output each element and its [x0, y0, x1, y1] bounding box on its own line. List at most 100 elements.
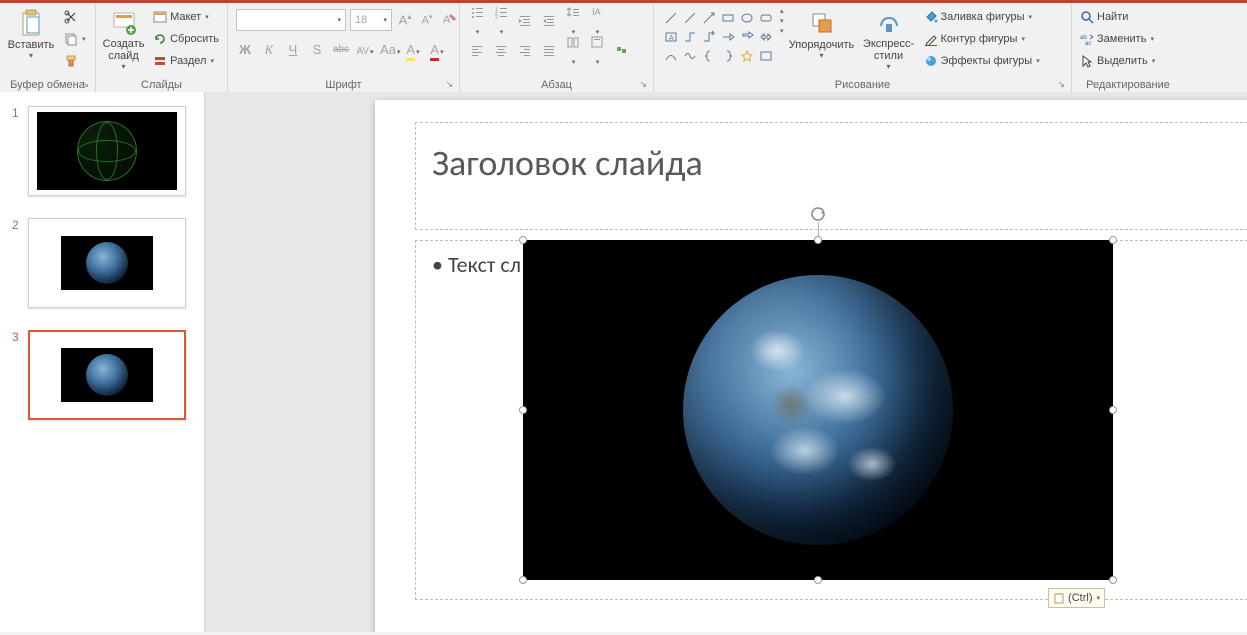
highlight-button[interactable]: A▾	[404, 42, 422, 57]
thumb-2[interactable]: 2	[0, 214, 204, 326]
shape-connector-icon[interactable]	[681, 28, 699, 46]
align-left-icon	[470, 43, 484, 57]
shape-outline-button[interactable]: Контур фигуры▾	[920, 29, 1044, 49]
find-button[interactable]: Найти	[1076, 7, 1159, 27]
arrange-label: Упорядочить	[789, 39, 854, 51]
new-slide-button[interactable]: Создать слайд ▾	[100, 5, 147, 71]
line-spacing-button[interactable]: ▾	[564, 5, 582, 37]
align-center-button[interactable]	[492, 43, 510, 60]
thumb-number: 1	[12, 106, 22, 196]
indent-icon	[542, 13, 556, 27]
shape-arrow-icon[interactable]	[719, 28, 737, 46]
replace-button[interactable]: abacЗаменить▾	[1076, 29, 1159, 49]
dialog-launcher-icon[interactable]: ↘	[639, 79, 647, 90]
font-size-combo[interactable]: 18▾	[350, 9, 392, 31]
justify-icon	[542, 43, 556, 57]
shape-fill-button[interactable]: Заливка фигуры▾	[920, 7, 1044, 27]
resize-handle[interactable]	[519, 406, 527, 414]
dialog-launcher-icon[interactable]: ↘	[1057, 79, 1065, 90]
smartart-button[interactable]	[612, 43, 630, 60]
format-painter-button[interactable]	[60, 51, 90, 71]
quick-styles-button[interactable]: Экспресс- стили ▾	[860, 5, 918, 71]
grow-font-button[interactable]: A▴	[396, 12, 414, 27]
resize-handle[interactable]	[814, 236, 822, 244]
dialog-launcher-icon[interactable]: ↘	[445, 79, 453, 90]
align-text-button[interactable]: ▾	[588, 35, 606, 67]
resize-handle[interactable]	[1109, 576, 1117, 584]
bullets-button[interactable]: ▾	[468, 5, 486, 37]
layout-button[interactable]: Макет▾	[149, 7, 223, 27]
thumb-3[interactable]: 3	[0, 326, 204, 438]
reset-button[interactable]: Сбросить	[149, 29, 223, 49]
cut-button[interactable]	[60, 7, 90, 27]
thumb-1[interactable]: 1	[0, 102, 204, 214]
shape-arrow-icon[interactable]	[700, 9, 718, 27]
align-left-button[interactable]	[468, 43, 486, 60]
justify-button[interactable]	[540, 43, 558, 60]
group-editing: Найти abacЗаменить▾ Выделить▾ Редактиров…	[1072, 3, 1184, 92]
shape-oval-icon[interactable]	[738, 9, 756, 27]
shrink-font-button[interactable]: A▾	[418, 13, 436, 27]
shadow-button[interactable]: S	[308, 42, 326, 57]
font-name-combo[interactable]: ▾	[236, 9, 346, 31]
arrange-button[interactable]: Упорядочить ▾	[786, 5, 858, 71]
shape-curve-icon[interactable]	[662, 47, 680, 65]
work-area: 1 2 3 Заголовок слайда • Текст сл	[0, 92, 1247, 632]
char-spacing-button[interactable]: AV▾	[356, 42, 374, 57]
dialog-launcher-icon[interactable]: ↘	[81, 79, 89, 90]
italic-button[interactable]: К	[260, 42, 278, 57]
copy-button[interactable]: ▾	[60, 29, 90, 49]
shape-brace-icon[interactable]	[719, 47, 737, 65]
strike-button[interactable]: abc	[332, 44, 350, 55]
shape-action-icon[interactable]	[757, 47, 775, 65]
shapes-gallery[interactable]: A	[662, 9, 775, 65]
shape-arrow-icon[interactable]	[738, 28, 756, 46]
rotate-handle[interactable]	[810, 206, 826, 222]
shape-curve-icon[interactable]	[681, 47, 699, 65]
shape-effects-button[interactable]: Эффекты фигуры▾	[920, 51, 1044, 71]
resize-handle[interactable]	[1109, 406, 1117, 414]
columns-icon	[566, 35, 580, 49]
section-button[interactable]: Раздел▾	[149, 51, 223, 71]
decrease-indent-button[interactable]	[516, 13, 534, 30]
resize-handle[interactable]	[519, 576, 527, 584]
shape-line-icon[interactable]	[662, 9, 680, 27]
paste-button[interactable]: Вставить ▾	[4, 5, 58, 71]
paste-options-button[interactable]: (Ctrl) ▾	[1048, 588, 1105, 608]
shape-rect-icon[interactable]	[719, 9, 737, 27]
shape-roundrect-icon[interactable]	[757, 9, 775, 27]
select-button[interactable]: Выделить▾	[1076, 51, 1159, 71]
gallery-down-icon[interactable]: ▾	[780, 17, 784, 25]
increase-indent-button[interactable]	[540, 13, 558, 30]
paste-options-label: (Ctrl)	[1068, 592, 1092, 604]
columns-button[interactable]: ▾	[564, 35, 582, 67]
underline-button[interactable]: Ч	[284, 42, 302, 57]
shape-connector-icon[interactable]	[700, 28, 718, 46]
font-color-button[interactable]: A▾	[428, 42, 446, 57]
resize-handle[interactable]	[519, 236, 527, 244]
title-placeholder[interactable]: Заголовок слайда	[415, 122, 1247, 230]
gallery-more-icon[interactable]: ▾	[780, 27, 784, 35]
shape-brace-icon[interactable]	[700, 47, 718, 65]
shape-arrow-icon[interactable]	[757, 28, 775, 46]
group-drawing: A ▴ ▾ ▾	[654, 3, 1072, 92]
brush-icon	[64, 54, 78, 68]
shape-star-icon[interactable]	[738, 47, 756, 65]
line-spacing-icon	[566, 5, 580, 19]
group-paragraph-label: Абзац↘	[464, 77, 649, 92]
resize-handle[interactable]	[1109, 236, 1117, 244]
numbering-button[interactable]: 123▾	[492, 5, 510, 37]
slide[interactable]: Заголовок слайда • Текст сл (Ctrl)	[375, 100, 1247, 632]
text-direction-button[interactable]: ⅠA▾	[588, 5, 606, 37]
align-right-button[interactable]	[516, 43, 534, 60]
clear-format-button[interactable]: A	[440, 12, 458, 29]
resize-handle[interactable]	[814, 576, 822, 584]
change-case-button[interactable]: Aa▾	[380, 42, 398, 57]
align-center-icon	[494, 43, 508, 57]
shape-textbox-icon[interactable]: A	[662, 28, 680, 46]
canvas[interactable]: Заголовок слайда • Текст сл (Ctrl)	[205, 92, 1247, 632]
bold-button[interactable]: Ж	[236, 42, 254, 57]
selected-image[interactable]: (Ctrl) ▾	[523, 240, 1113, 580]
gallery-up-icon[interactable]: ▴	[780, 7, 784, 15]
shape-line-icon[interactable]	[681, 9, 699, 27]
